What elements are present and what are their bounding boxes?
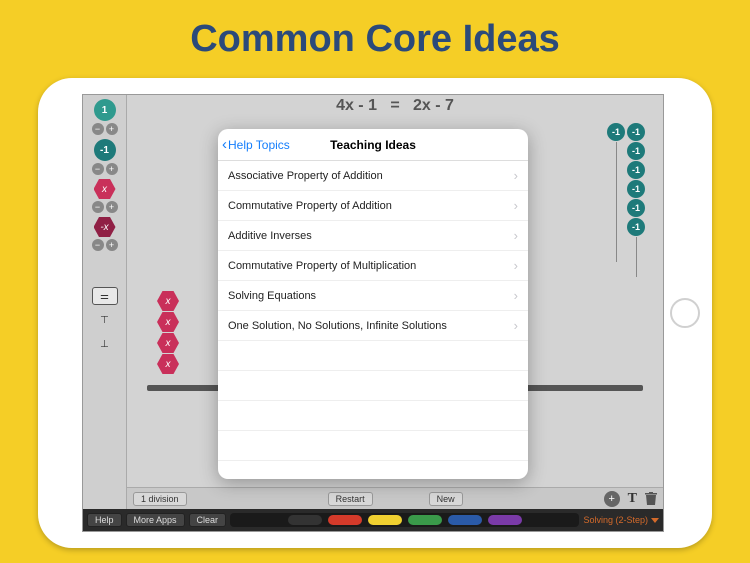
left-pan-tokens[interactable]: x x x x <box>157 290 179 375</box>
ipad-frame: 1 −+ -1 −+ x −+ -x −+ ⚌ ⊤ ⊥ 4x - 1 = 2x … <box>38 78 712 548</box>
balloon-minus-one[interactable]: -1 <box>627 199 645 217</box>
list-item[interactable]: Additive Inverses › <box>218 221 528 251</box>
balance-tool-icon[interactable]: ⚌ <box>92 287 118 305</box>
balloon-minus-one[interactable]: -1 <box>627 123 645 141</box>
marker-yellow[interactable] <box>368 515 402 525</box>
minus-icon[interactable]: − <box>92 123 104 135</box>
balloon-minus-one[interactable]: -1 <box>627 180 645 198</box>
marker-tray <box>230 513 579 527</box>
token-plus-one[interactable]: 1 <box>94 99 116 121</box>
chevron-right-icon: › <box>514 198 518 213</box>
list-item-label: Associative Property of Addition <box>228 170 383 182</box>
list-item[interactable]: Solving Equations › <box>218 281 528 311</box>
add-button[interactable]: + <box>604 491 620 507</box>
clear-button[interactable]: Clear <box>189 513 227 527</box>
chevron-left-icon: ‹ <box>222 137 227 152</box>
new-button[interactable]: New <box>429 492 463 506</box>
help-button[interactable]: Help <box>87 513 122 527</box>
balloon-minus-one[interactable]: -1 <box>607 123 625 141</box>
back-label: Help Topics <box>228 138 290 152</box>
right-pan-balloons[interactable]: -1 -1 -1 -1 -1 -1 -1 <box>607 123 645 277</box>
list-item: . <box>218 371 528 401</box>
canvas-toolbar: 1 division Restart New + T <box>127 487 663 509</box>
list-item-label: One Solution, No Solutions, Infinite Sol… <box>228 320 447 332</box>
equals-sign: = <box>390 97 399 114</box>
marker-black[interactable] <box>288 515 322 525</box>
equation-display: 4x - 1 = 2x - 7 <box>127 97 663 115</box>
token-neg-x[interactable]: -x <box>94 217 116 237</box>
token-x[interactable]: x <box>157 354 179 374</box>
balloon-minus-one[interactable]: -1 <box>627 142 645 160</box>
restart-button[interactable]: Restart <box>328 492 373 506</box>
token-x[interactable]: x <box>157 333 179 353</box>
split-tool-icon[interactable]: ⊤ <box>92 311 118 329</box>
status-button[interactable]: Solving (2-Step) <box>583 515 659 525</box>
list-item-label: Additive Inverses <box>228 230 312 242</box>
plus-icon[interactable]: + <box>106 163 118 175</box>
plus-icon[interactable]: + <box>106 123 118 135</box>
marker-green[interactable] <box>408 515 442 525</box>
list-item-label: Commutative Property of Multiplication <box>228 260 416 272</box>
token-minus-one[interactable]: -1 <box>94 139 116 161</box>
page-title: Common Core Ideas <box>0 0 750 61</box>
division-button[interactable]: 1 division <box>133 492 187 506</box>
list-item[interactable]: One Solution, No Solutions, Infinite Sol… <box>218 311 528 341</box>
token-x[interactable]: x <box>94 179 116 199</box>
list-item[interactable]: Commutative Property of Addition › <box>218 191 528 221</box>
balloon-string <box>636 237 637 277</box>
marker-purple[interactable] <box>488 515 522 525</box>
list-item-label: Commutative Property of Addition <box>228 200 392 212</box>
more-apps-button[interactable]: More Apps <box>126 513 185 527</box>
help-popover: ‹ Help Topics Teaching Ideas Associative… <box>218 129 528 479</box>
back-button[interactable]: ‹ Help Topics <box>218 137 290 152</box>
token-x[interactable]: x <box>157 291 179 311</box>
token-palette: 1 −+ -1 −+ x −+ -x −+ ⚌ ⊤ ⊥ <box>83 95 127 531</box>
balloon-string <box>616 142 617 262</box>
balloon-minus-one[interactable]: -1 <box>627 161 645 179</box>
list-item-label: Solving Equations <box>228 290 316 302</box>
equation-lhs: 4x - 1 <box>336 97 377 114</box>
minus-icon[interactable]: − <box>92 239 104 251</box>
app-screen: 1 −+ -1 −+ x −+ -x −+ ⚌ ⊤ ⊥ 4x - 1 = 2x … <box>82 94 664 532</box>
minus-icon[interactable]: − <box>92 201 104 213</box>
token-x[interactable]: x <box>157 312 179 332</box>
text-tool-button[interactable]: T <box>628 491 637 507</box>
list-item: . <box>218 431 528 461</box>
minus-icon[interactable]: − <box>92 163 104 175</box>
marker-red[interactable] <box>328 515 362 525</box>
popover-header: ‹ Help Topics Teaching Ideas <box>218 129 528 161</box>
chevron-down-icon <box>651 518 659 523</box>
chevron-right-icon: › <box>514 318 518 333</box>
list-item: . <box>218 341 528 371</box>
chevron-right-icon: › <box>514 288 518 303</box>
bottom-toolbar: Help More Apps Clear Solving (2-Step) <box>83 509 663 531</box>
home-button[interactable] <box>670 298 700 328</box>
list-item[interactable]: Associative Property of Addition › <box>218 161 528 191</box>
equation-rhs: 2x - 7 <box>413 97 454 114</box>
chevron-right-icon: › <box>514 258 518 273</box>
plus-icon[interactable]: + <box>106 201 118 213</box>
plus-icon[interactable]: + <box>106 239 118 251</box>
marker-blue[interactable] <box>448 515 482 525</box>
status-label: Solving (2-Step) <box>583 515 648 525</box>
topic-list[interactable]: Associative Property of Addition › Commut… <box>218 161 528 479</box>
chevron-right-icon: › <box>514 168 518 183</box>
trash-icon[interactable] <box>645 492 657 506</box>
balloon-minus-one[interactable]: -1 <box>627 218 645 236</box>
list-item[interactable]: Commutative Property of Multiplication › <box>218 251 528 281</box>
chevron-right-icon: › <box>514 228 518 243</box>
group-tool-icon[interactable]: ⊥ <box>92 335 118 353</box>
list-item: . <box>218 401 528 431</box>
